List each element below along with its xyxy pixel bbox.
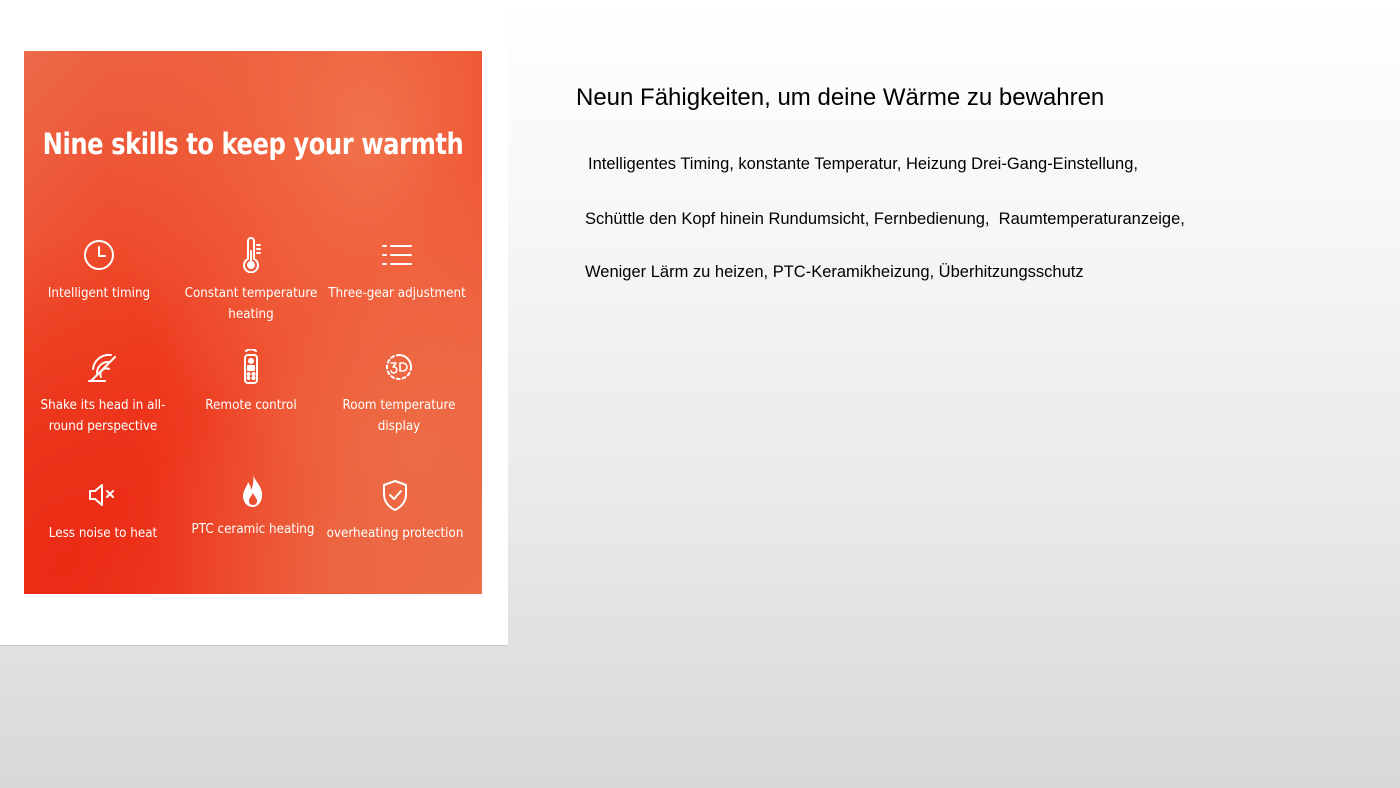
feature-intelligent-timing: Intelligent timing	[24, 235, 174, 304]
shield-check-icon	[375, 475, 415, 515]
feature-remote-control: Remote control	[176, 347, 326, 416]
feature-label: Three-gear adjustment	[328, 286, 466, 301]
description-heading: Neun Fähigkeiten, um deine Wärme zu bewa…	[576, 84, 1105, 111]
flame-icon	[233, 471, 273, 511]
feature-oscillation: Shake its head in all-round perspective	[28, 347, 178, 437]
promo-image: Nine skills to keep your warmth Intellig…	[24, 51, 482, 594]
clock-icon	[79, 235, 119, 275]
feature-room-temperature-display: Room temperature display	[324, 347, 474, 437]
feature-label: Constant temperature heating	[184, 286, 318, 322]
feature-label: Shake its head in all-round perspective	[40, 398, 166, 434]
description-line-3: Weniger Lärm zu heizen, PTC-Keramikheizu…	[585, 263, 1084, 281]
feature-constant-temperature: Constant temperature heating	[176, 235, 326, 325]
feature-ptc-ceramic: PTC ceramic heating	[178, 471, 328, 540]
remote-icon	[231, 347, 271, 387]
feature-label: PTC ceramic heating	[191, 522, 315, 537]
3d-display-icon	[379, 347, 419, 387]
promo-title: Nine skills to keep your warmth	[42, 127, 464, 161]
feature-label: Remote control	[205, 398, 297, 413]
feature-label: Room temperature display	[342, 398, 456, 434]
feature-label: Intelligent timing	[47, 286, 151, 301]
description-line-2: Schüttle den Kopf hinein Rundumsicht, Fe…	[585, 210, 1185, 228]
product-image-panel: Nine skills to keep your warmth Intellig…	[0, 0, 508, 646]
feature-less-noise: Less noise to heat	[28, 475, 178, 544]
description-line-1: Intelligentes Timing, konstante Temperat…	[588, 155, 1138, 173]
feature-label: Less noise to heat	[48, 526, 158, 541]
thermometer-icon	[231, 235, 271, 275]
mute-speaker-icon	[83, 475, 123, 515]
feature-three-gear: Three-gear adjustment	[322, 235, 472, 304]
feature-label: overheating protection	[326, 526, 464, 541]
list-icon	[377, 235, 417, 275]
feature-overheating-protection: overheating protection	[320, 475, 470, 544]
oscillation-icon	[83, 347, 123, 387]
